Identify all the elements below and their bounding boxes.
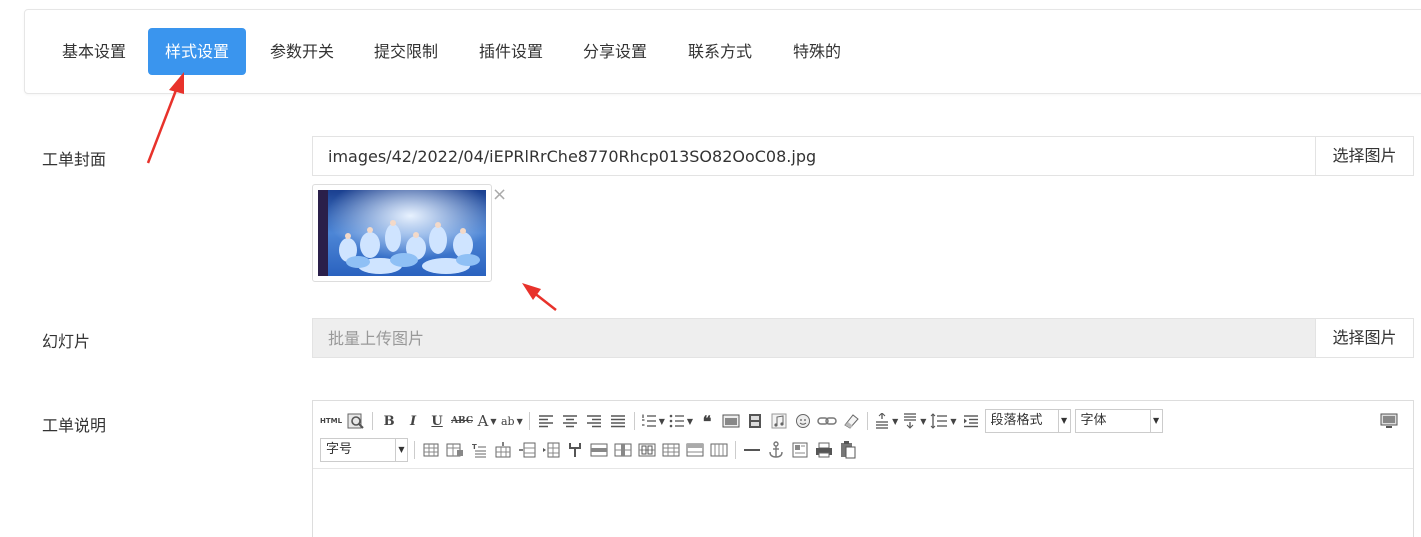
- eraser-icon[interactable]: [841, 411, 861, 431]
- unordered-list-icon[interactable]: ▼: [669, 411, 693, 431]
- description-label: 工单说明: [42, 416, 107, 435]
- link-icon[interactable]: [817, 411, 837, 431]
- split-icon[interactable]: [565, 440, 585, 460]
- table-grid-icon[interactable]: [661, 440, 681, 460]
- tab-parameter-switch[interactable]: 参数开关: [253, 28, 351, 75]
- bold-icon[interactable]: B: [379, 411, 399, 431]
- cover-select-image-button[interactable]: 选择图片: [1315, 137, 1413, 175]
- tab-submit-limit[interactable]: 提交限制: [357, 28, 455, 75]
- font-size-select[interactable]: 字号 ▼: [320, 438, 408, 462]
- toolbar-separator: [867, 412, 869, 430]
- emoji-icon[interactable]: [793, 411, 813, 431]
- align-center-icon[interactable]: [560, 411, 580, 431]
- toolbar-separator: [633, 412, 635, 430]
- table-cells-icon[interactable]: [637, 440, 657, 460]
- cover-path-input[interactable]: [313, 137, 1315, 175]
- html-source-icon[interactable]: HTML: [320, 411, 342, 431]
- anchor-icon[interactable]: [766, 440, 786, 460]
- font-size-value: 字号: [326, 442, 353, 457]
- slides-upload-input[interactable]: [313, 319, 1315, 357]
- highlight-icon[interactable]: ab ▼: [501, 411, 523, 431]
- svg-text:T: T: [472, 443, 477, 451]
- print-icon[interactable]: [814, 440, 834, 460]
- slides-select-image-button[interactable]: 选择图片: [1315, 319, 1413, 357]
- table-cols-icon[interactable]: [709, 440, 729, 460]
- slides-input-group: 选择图片: [312, 318, 1414, 358]
- underline-icon[interactable]: U: [427, 411, 447, 431]
- font-family-value: 字体: [1080, 413, 1107, 428]
- indent-icon[interactable]: [961, 411, 981, 431]
- toolbar-row-1: HTML B I U ABC A ▼ ab ▼ ▼ ▼ ❝ ▼ ▼ ▼ 段落格式…: [320, 409, 1167, 433]
- rich-text-editor: HTML B I U ABC A ▼ ab ▼ ▼ ▼ ❝ ▼ ▼ ▼ 段落格式…: [312, 400, 1414, 537]
- slides-label: 幻灯片: [42, 332, 91, 351]
- tabs-card: 基本设置 样式设置 参数开关 提交限制 插件设置 分享设置 联系方式 特殊的: [24, 9, 1421, 94]
- table-props-icon[interactable]: [445, 440, 465, 460]
- image-icon[interactable]: [721, 411, 741, 431]
- line-height-icon[interactable]: ▼: [930, 411, 957, 431]
- delete-row-icon[interactable]: [589, 440, 609, 460]
- cover-image: [318, 190, 486, 276]
- remove-cover-icon[interactable]: ×: [492, 186, 507, 204]
- paragraph-format-select[interactable]: 段落格式 ▼: [984, 409, 1071, 433]
- font-family-select[interactable]: 字体 ▼: [1074, 409, 1163, 433]
- paste-icon[interactable]: [838, 440, 858, 460]
- align-justify-icon[interactable]: [608, 411, 628, 431]
- chevron-down-icon: ▼: [1149, 410, 1162, 432]
- merge-icon[interactable]: [541, 440, 561, 460]
- template-icon[interactable]: [790, 440, 810, 460]
- toolbar-separator: [528, 412, 530, 430]
- tab-basic-settings[interactable]: 基本设置: [45, 28, 143, 75]
- toolbar-separator: [414, 441, 415, 459]
- editor-content-area[interactable]: [313, 470, 1413, 537]
- delete-col-icon[interactable]: [613, 440, 633, 460]
- tab-plugin-settings[interactable]: 插件设置: [462, 28, 560, 75]
- insert-row-icon[interactable]: [493, 440, 513, 460]
- music-icon[interactable]: [769, 411, 789, 431]
- ordered-list-icon[interactable]: ▼: [641, 411, 665, 431]
- fullscreen-icon[interactable]: [1379, 411, 1399, 431]
- chevron-down-icon: ▼: [1057, 410, 1070, 432]
- align-left-icon[interactable]: [536, 411, 556, 431]
- chevron-down-icon: ▼: [395, 439, 407, 461]
- strikethrough-icon[interactable]: ABC: [451, 411, 473, 431]
- video-icon[interactable]: [745, 411, 765, 431]
- insert-col-icon[interactable]: [517, 440, 537, 460]
- italic-icon[interactable]: I: [403, 411, 423, 431]
- table-rows-icon[interactable]: [685, 440, 705, 460]
- arrow-to-cover-thumbnail: [522, 283, 557, 311]
- tab-share-settings[interactable]: 分享设置: [566, 28, 664, 75]
- tab-contact-info[interactable]: 联系方式: [671, 28, 769, 75]
- paragraph-spacing-top-icon[interactable]: ▼: [874, 411, 898, 431]
- align-right-icon[interactable]: [584, 411, 604, 431]
- cover-label: 工单封面: [42, 150, 107, 169]
- preview-icon[interactable]: [346, 411, 366, 431]
- insert-table-icon[interactable]: [421, 440, 441, 460]
- horizontal-rule-icon[interactable]: [742, 440, 762, 460]
- toolbar-row-2: 字号 ▼ T: [320, 438, 862, 462]
- cover-input-group: 选择图片: [312, 136, 1414, 176]
- font-color-icon[interactable]: A ▼: [477, 411, 497, 431]
- toolbar-separator: [372, 412, 374, 430]
- cover-thumbnail: [312, 184, 492, 282]
- toolbar-separator: [735, 441, 736, 459]
- caption-icon[interactable]: T: [469, 440, 489, 460]
- tab-special[interactable]: 特殊的: [776, 28, 858, 75]
- paragraph-spacing-bottom-icon[interactable]: ▼: [902, 411, 926, 431]
- quote-icon[interactable]: ❝: [697, 411, 717, 431]
- editor-toolbar: HTML B I U ABC A ▼ ab ▼ ▼ ▼ ❝ ▼ ▼ ▼ 段落格式…: [313, 401, 1413, 469]
- tab-style-settings[interactable]: 样式设置: [148, 28, 247, 75]
- paragraph-format-value: 段落格式: [990, 413, 1043, 428]
